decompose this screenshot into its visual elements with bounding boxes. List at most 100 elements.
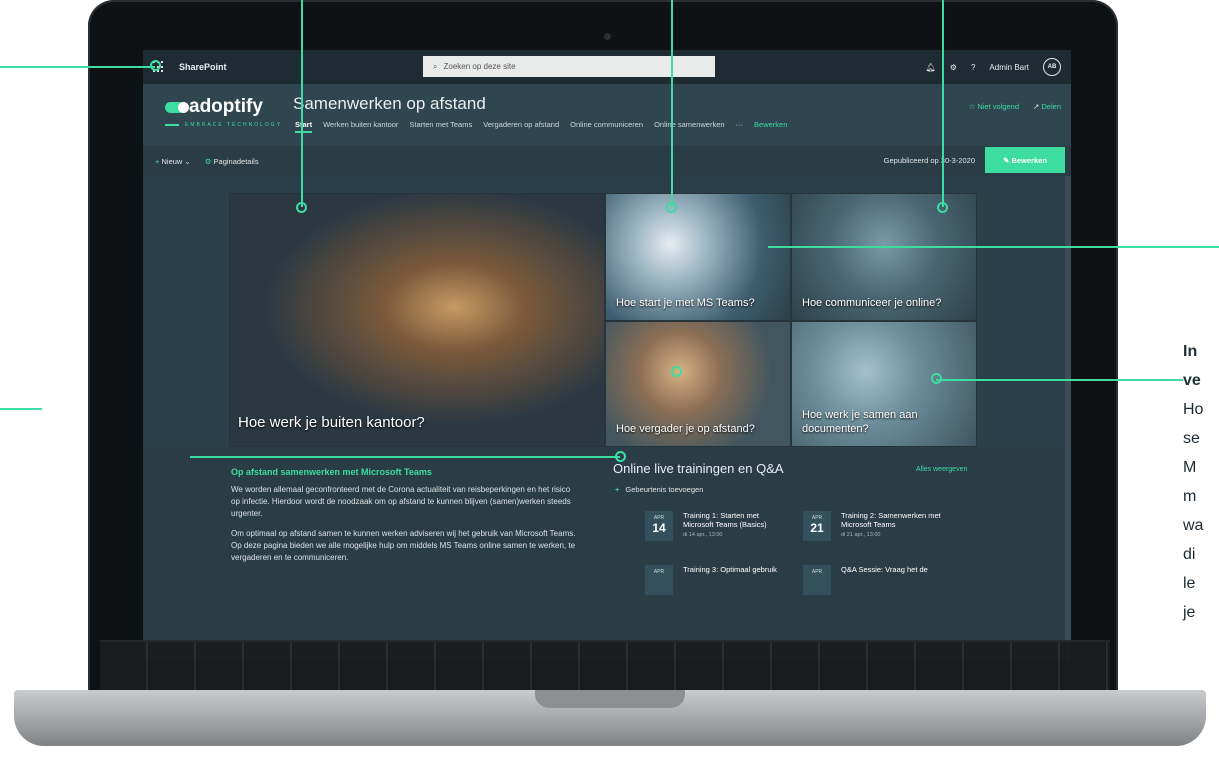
hero-tile-caption: Hoe start je met MS Teams? [616, 297, 755, 309]
site-header: adoptify EMBRACE TECHNOLOGY Samenwerken … [143, 84, 1071, 146]
side-text-line: ve [1183, 372, 1201, 389]
avatar[interactable]: AB [1043, 58, 1061, 76]
hero-tile-vergaderen-op-afstand[interactable]: Hoe vergader je op afstand? [605, 321, 791, 447]
page-details-button[interactable]: ⚙ Paginadetails [205, 157, 259, 166]
callout-line [0, 408, 42, 410]
callout-line [936, 379, 1183, 381]
nav-werken-buiten-kantoor[interactable]: Werken buiten kantoor [323, 120, 398, 133]
callout-dot [296, 202, 307, 213]
nav-starten-met-teams[interactable]: Starten met Teams [409, 120, 472, 133]
event-title: Q&A Sessie: Vraag het de [841, 565, 928, 574]
event-month: APR [653, 569, 665, 575]
hero-tile-caption: Hoe werk je samen aan documenten? [802, 409, 918, 435]
event-month: APR [811, 569, 823, 575]
site-logo[interactable]: adoptify [165, 96, 263, 118]
news-title: Op afstand samenwerken met Microsoft Tea… [231, 467, 432, 477]
nav-online-communiceren[interactable]: Online communiceren [570, 120, 643, 133]
hero-tile-online-communiceren[interactable]: Hoe communiceer je online? [791, 193, 977, 321]
hero-tile-werken-buiten-kantoor[interactable]: Hoe werk je buiten kantoor? [229, 193, 605, 447]
side-text-line: m [1183, 488, 1197, 505]
add-event-label: Gebeurtenis toevoegen [625, 485, 704, 494]
gear-icon: ⚙ [204, 156, 212, 166]
plus-icon: + [615, 485, 620, 494]
callout-dot [615, 451, 626, 462]
nav-start[interactable]: Start [295, 120, 313, 133]
site-navigation: Start Werken buiten kantoor Starten met … [295, 120, 787, 133]
published-date: Gepubliceerd op 30-3-2020 [883, 156, 975, 165]
search-placeholder: Zoeken op deze site [443, 62, 516, 71]
event-day: 21 [810, 521, 824, 535]
event-time: di 21 apr., 13:00 [841, 532, 881, 538]
side-text-line: se [1183, 430, 1200, 447]
side-text-line: di [1183, 546, 1196, 563]
side-text-line: M [1183, 459, 1197, 476]
logo-tagline: EMBRACE TECHNOLOGY [165, 122, 282, 128]
event-day: 14 [652, 521, 666, 535]
content-section: Op afstand samenwerken met Microsoft Tea… [143, 447, 1071, 662]
callout-line [942, 0, 944, 207]
side-text-line: Ho [1183, 401, 1204, 418]
nav-edit-link[interactable]: Bewerken [754, 120, 787, 133]
event-date: APR 21 [803, 511, 831, 541]
callout-dot [937, 202, 948, 213]
events-title: Online live trainingen en Q&A [613, 461, 784, 476]
event-item[interactable]: APR 14 Training 1: Starten met Microsoft … [645, 511, 783, 541]
news-paragraph-1: We worden allemaal geconfronteerd met de… [231, 485, 571, 518]
nav-online-samenwerken[interactable]: Online samenwerken [654, 120, 724, 133]
suite-actions: 🔔︎ ⚙ ? Admin Bart AB [926, 58, 1061, 76]
news-body: We worden allemaal geconfronteerd met de… [231, 484, 581, 572]
callout-line [768, 246, 1219, 248]
hero-webpart: Hoe werk je buiten kantoor? Hoe start je… [229, 193, 977, 447]
hero-tile-samen-aan-documenten[interactable]: Hoe werk je samen aan documenten? [791, 321, 977, 447]
event-item[interactable]: APR Training 3: Optimaal gebruik [645, 565, 783, 595]
user-name[interactable]: Admin Bart [989, 63, 1029, 72]
event-time: di 14 apr., 13:00 [683, 532, 723, 538]
callout-dot [671, 366, 682, 377]
event-title: Training 2: Samenwerken met Microsoft Te… [841, 511, 941, 529]
nav-more[interactable]: ··· [736, 120, 744, 133]
webcam [604, 33, 611, 40]
hero-tile-caption: Hoe vergader je op afstand? [616, 423, 755, 435]
event-item[interactable]: APR Q&A Sessie: Vraag het de [803, 565, 941, 595]
callout-dot [931, 373, 942, 384]
callout-line [671, 0, 673, 207]
side-text-line: wa [1183, 517, 1204, 534]
scrollbar[interactable] [1065, 176, 1071, 662]
site-title: Samenwerken op afstand [293, 94, 486, 113]
command-bar: + Nieuw ⌄ ⚙ Paginadetails Gepubliceerd o… [143, 146, 1071, 176]
callout-line [301, 0, 303, 207]
callout-dot [150, 60, 161, 71]
follow-button[interactable]: ☆ Niet volgend [969, 102, 1020, 111]
follow-label: Niet volgend [977, 102, 1020, 111]
news-paragraph-2: Om optimaal op afstand samen te kunnen w… [231, 529, 576, 562]
help-icon[interactable]: ? [971, 63, 975, 72]
notification-icon[interactable]: 🔔︎ [926, 63, 936, 72]
laptop-notch [535, 690, 685, 708]
share-button[interactable]: ↗ Delen [1033, 102, 1061, 111]
callout-line [190, 456, 620, 458]
site-actions: ☆ Niet volgend ↗ Delen [969, 102, 1062, 111]
event-date: APR [803, 565, 831, 595]
event-title: Training 1: Starten met Microsoft Teams … [683, 511, 767, 529]
add-event-button[interactable]: + Gebeurtenis toevoegen [615, 485, 703, 494]
search-icon: ⌕ [433, 61, 438, 71]
nav-vergaderen-op-afstand[interactable]: Vergaderen op afstand [483, 120, 559, 133]
app-name[interactable]: SharePoint [179, 62, 227, 72]
side-text-line: In [1183, 343, 1198, 360]
edit-button[interactable]: ✎ Bewerken [985, 147, 1065, 173]
side-annotation-text: In ve Ho se M m wa di le je [1183, 337, 1203, 627]
event-item[interactable]: APR 21 Training 2: Samenwerken met Micros… [803, 511, 941, 541]
page-details-label: Paginadetails [213, 156, 259, 166]
callout-line [0, 66, 155, 68]
logo-icon [165, 101, 189, 113]
new-label: Nieuw [161, 156, 183, 166]
hero-tile-caption: Hoe werk je buiten kantoor? [238, 414, 425, 431]
side-text-line: je [1183, 604, 1196, 621]
settings-icon[interactable]: ⚙ [950, 63, 957, 72]
side-text-line: le [1183, 575, 1196, 592]
suite-bar: SharePoint ⌕ Zoeken op deze site 🔔︎ ⚙ ? … [143, 50, 1071, 84]
events-see-all-link[interactable]: Alles weergeven [916, 466, 967, 473]
hero-tile-starten-met-teams[interactable]: Hoe start je met MS Teams? [605, 193, 791, 321]
laptop-mockup: SharePoint ⌕ Zoeken op deze site 🔔︎ ⚙ ? … [0, 0, 1219, 766]
new-button[interactable]: + Nieuw ⌄ [155, 157, 191, 166]
